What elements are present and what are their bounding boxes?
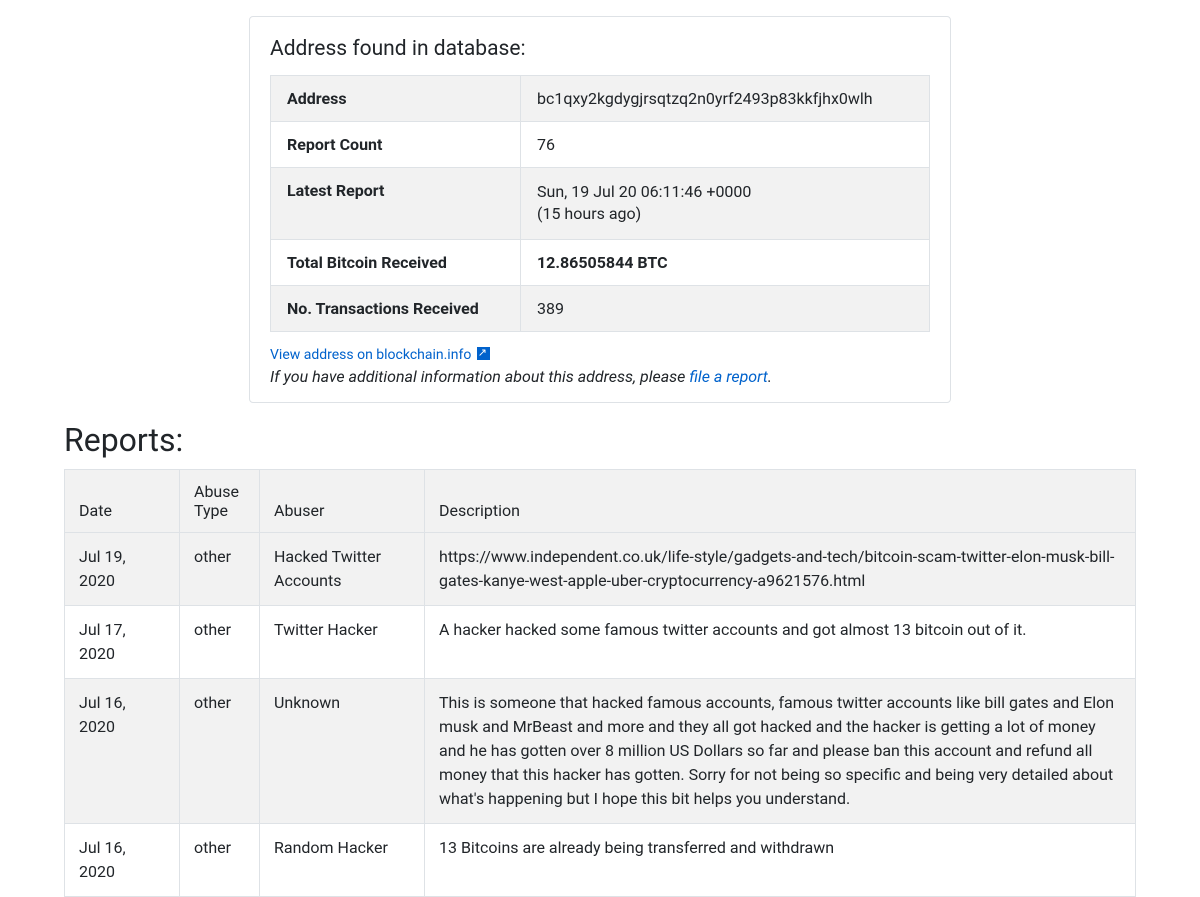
cell-date: Jul 17, 2020 (65, 605, 180, 678)
reports-heading: Reports: (64, 421, 1200, 459)
info-row-value: 12.86505844 BTC (521, 239, 930, 285)
info-row: Total Bitcoin Received12.86505844 BTC (271, 239, 930, 285)
address-info-table: Addressbc1qxy2kgdygjrsqtzq2n0yrf2493p83k… (270, 75, 930, 332)
cell-date: Jul 19, 2020 (65, 532, 180, 605)
info-row: No. Transactions Received389 (271, 285, 930, 331)
cell-type: other (180, 678, 260, 823)
info-row-value: 389 (521, 285, 930, 331)
cell-date: Jul 16, 2020 (65, 678, 180, 823)
info-row-label: Total Bitcoin Received (271, 239, 521, 285)
cell-abuser: Unknown (260, 678, 425, 823)
info-row-label: No. Transactions Received (271, 285, 521, 331)
cell-abuser: Hacked Twitter Accounts (260, 532, 425, 605)
reports-table: Date Abuse Type Abuser Description Jul 1… (64, 469, 1136, 897)
info-row-value: Sun, 19 Jul 20 06:11:46 +0000(15 hours a… (521, 168, 930, 240)
table-row: Jul 16, 2020otherUnknownThis is someone … (65, 678, 1136, 823)
external-link-icon (477, 347, 490, 360)
cell-description: 13 Bitcoins are already being transferre… (425, 823, 1136, 896)
info-row-value: bc1qxy2kgdygjrsqtzq2n0yrf2493p83kkfjhx0w… (521, 76, 930, 122)
card-footer: View address on blockchain.info If you h… (270, 344, 930, 386)
file-report-link[interactable]: file a report (689, 367, 768, 386)
info-row: Latest ReportSun, 19 Jul 20 06:11:46 +00… (271, 168, 930, 240)
info-row: Report Count76 (271, 122, 930, 168)
cell-date: Jul 16, 2020 (65, 823, 180, 896)
cell-type: other (180, 605, 260, 678)
cell-abuser: Twitter Hacker (260, 605, 425, 678)
col-header-description: Description (425, 469, 1136, 532)
info-row-label: Address (271, 76, 521, 122)
reports-header-row: Date Abuse Type Abuser Description (65, 469, 1136, 532)
cell-type: other (180, 823, 260, 896)
view-blockchain-link[interactable]: View address on blockchain.info (270, 347, 490, 363)
ext-link-text: View address on blockchain.info (270, 347, 471, 363)
cell-type: other (180, 532, 260, 605)
table-row: Jul 17, 2020otherTwitter HackerA hacker … (65, 605, 1136, 678)
info-row: Addressbc1qxy2kgdygjrsqtzq2n0yrf2493p83k… (271, 76, 930, 122)
info-row-label: Report Count (271, 122, 521, 168)
cell-description: This is someone that hacked famous accou… (425, 678, 1136, 823)
cell-description: A hacker hacked some famous twitter acco… (425, 605, 1136, 678)
card-title: Address found in database: (270, 37, 930, 61)
col-header-date: Date (65, 469, 180, 532)
table-row: Jul 19, 2020otherHacked Twitter Accounts… (65, 532, 1136, 605)
file-report-sentence: If you have additional information about… (270, 367, 930, 386)
cell-description: https://www.independent.co.uk/life-style… (425, 532, 1136, 605)
col-header-abuser: Abuser (260, 469, 425, 532)
info-row-value: 76 (521, 122, 930, 168)
info-row-label: Latest Report (271, 168, 521, 240)
cell-abuser: Random Hacker (260, 823, 425, 896)
col-header-abuse-type: Abuse Type (180, 469, 260, 532)
address-info-card: Address found in database: Addressbc1qxy… (249, 16, 951, 403)
table-row: Jul 16, 2020otherRandom Hacker13 Bitcoin… (65, 823, 1136, 896)
